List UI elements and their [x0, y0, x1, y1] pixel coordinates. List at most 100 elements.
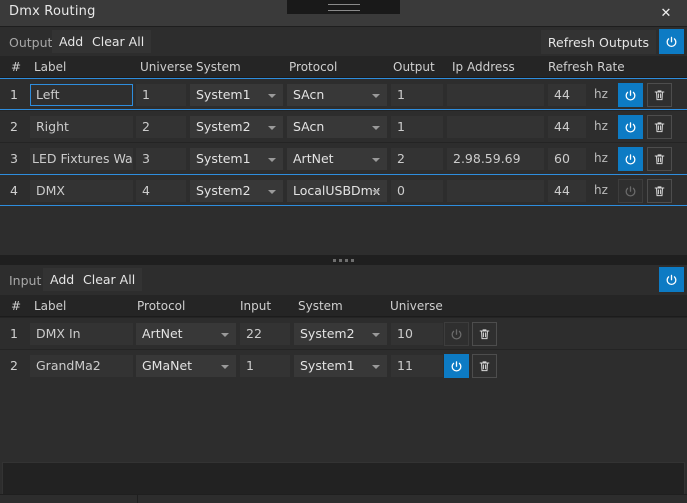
output-universe-input[interactable]: 1 — [136, 84, 186, 106]
output-toolbar: Output Add Clear All Refresh Outputs — [0, 27, 687, 57]
output-system-select[interactable]: System1 — [190, 148, 283, 170]
output-refresh-rate-input[interactable]: 44 — [548, 180, 586, 202]
output-table-row[interactable]: 2 Right 2 System2 SAcn 1 44 hz — [0, 110, 687, 142]
output-delete-icon[interactable] — [647, 115, 672, 139]
output-protocol-select[interactable]: SAcn — [287, 84, 387, 106]
output-row-index: 4 — [10, 183, 18, 198]
output-row-list: 1 Left 1 System1 SAcn 1 44 hz 2 Right 2 System2 SAcn… — [0, 78, 687, 206]
output-row-index: 1 — [10, 87, 18, 102]
input-col-system: System — [298, 299, 343, 313]
bottom-panel — [2, 462, 685, 495]
output-col-protocol: Protocol — [289, 60, 338, 74]
output-ip-address-input[interactable] — [447, 84, 544, 106]
output-ip-address-input[interactable]: 2.98.59.69 — [447, 148, 544, 170]
chevron-down-icon — [221, 365, 229, 369]
output-row-index: 2 — [10, 119, 18, 134]
output-refresh-rate-unit: hz — [594, 151, 608, 165]
output-section-label: Output — [9, 35, 53, 50]
title-bar: Dmx Routing ✕ — [0, 0, 687, 27]
output-table-row[interactable]: 4 DMX 4 System2 LocalUSBDmx 0 44 hz — [0, 174, 687, 206]
input-toolbar: Input Add Clear All — [0, 265, 687, 295]
output-delete-icon[interactable] — [647, 83, 672, 107]
input-table-header: # Label Protocol Input System Universe — [0, 295, 687, 317]
output-master-power-button[interactable] — [659, 29, 684, 54]
output-power-icon[interactable] — [618, 179, 643, 203]
output-protocol-select[interactable]: ArtNet — [287, 148, 387, 170]
output-power-icon[interactable] — [618, 147, 643, 171]
output-ip-address-input[interactable] — [447, 116, 544, 138]
input-section-label: Input — [9, 273, 42, 288]
output-universe-input[interactable]: 2 — [136, 116, 186, 138]
output-refresh-rate-input[interactable]: 60 — [548, 148, 586, 170]
output-label-input[interactable]: Left — [30, 84, 133, 106]
output-system-select[interactable]: System2 — [190, 116, 283, 138]
input-delete-icon[interactable] — [472, 322, 497, 346]
output-refresh-rate-unit: hz — [594, 183, 608, 197]
input-master-power-button[interactable] — [659, 267, 684, 292]
input-clear-all-button[interactable]: Clear All — [76, 268, 143, 291]
input-col-protocol: Protocol — [137, 299, 186, 313]
refresh-outputs-button[interactable]: Refresh Outputs — [540, 30, 656, 54]
splitter-grip-icon[interactable] — [0, 255, 687, 265]
input-delete-icon[interactable] — [472, 354, 497, 378]
output-output-input[interactable]: 1 — [391, 84, 443, 106]
input-protocol-select[interactable]: ArtNet — [136, 323, 236, 345]
status-bar-divider — [137, 495, 138, 503]
output-protocol-select[interactable]: SAcn — [287, 116, 387, 138]
output-protocol-select[interactable]: LocalUSBDmx — [287, 180, 387, 202]
output-universe-input[interactable]: 4 — [136, 180, 186, 202]
input-system-select[interactable]: System2 — [294, 323, 387, 345]
input-col-index: # — [11, 299, 22, 313]
drag-handle-grip — [327, 4, 360, 11]
input-power-icon[interactable] — [444, 354, 469, 378]
input-input-number[interactable]: 1 — [240, 355, 290, 377]
output-output-input[interactable]: 2 — [391, 148, 443, 170]
input-table-row[interactable]: 2 GrandMa2 GMaNet 1 System1 11 — [0, 349, 687, 381]
input-system-select[interactable]: System1 — [294, 355, 387, 377]
chevron-down-icon — [372, 190, 380, 194]
input-table-row[interactable]: 1 DMX In ArtNet 22 System2 10 — [0, 317, 687, 349]
input-col-universe: Universe — [390, 299, 443, 313]
chevron-down-icon — [372, 126, 380, 130]
output-system-select[interactable]: System1 — [190, 84, 283, 106]
output-refresh-rate-input[interactable]: 44 — [548, 84, 586, 106]
input-label-input[interactable]: DMX In — [30, 323, 133, 345]
output-label-input[interactable]: DMX — [30, 180, 133, 202]
output-col-system: System — [196, 60, 241, 74]
output-clear-all-button[interactable]: Clear All — [85, 30, 152, 53]
output-output-input[interactable]: 0 — [391, 180, 443, 202]
dmx-routing-window: Dmx Routing ✕ Output Add Clear All Refre… — [0, 0, 687, 503]
output-col-ip: Ip Address — [452, 60, 515, 74]
input-input-number[interactable]: 22 — [240, 323, 290, 345]
status-bar — [0, 494, 687, 503]
input-label-input[interactable]: GrandMa2 — [30, 355, 133, 377]
output-label-input[interactable]: LED Fixtures Wall — [30, 148, 133, 170]
output-table-row[interactable]: 3 LED Fixtures Wall 3 System1 ArtNet 2 2.98.59… — [0, 142, 687, 174]
close-icon[interactable]: ✕ — [645, 0, 687, 26]
output-power-icon[interactable] — [618, 83, 643, 107]
output-delete-icon[interactable] — [647, 147, 672, 171]
output-col-output: Output — [393, 60, 435, 74]
output-universe-input[interactable]: 3 — [136, 148, 186, 170]
output-label-input[interactable]: Right — [30, 116, 133, 138]
output-col-universe: Universe — [140, 60, 193, 74]
output-refresh-rate-input[interactable]: 44 — [548, 116, 586, 138]
output-row-index: 3 — [10, 151, 18, 166]
output-table-header: # Label Universe System Protocol Output … — [0, 56, 687, 78]
output-table-row[interactable]: 1 Left 1 System1 SAcn 1 44 hz — [0, 78, 687, 110]
output-ip-address-input[interactable] — [447, 180, 544, 202]
output-delete-icon[interactable] — [647, 179, 672, 203]
input-row-list: 1 DMX In ArtNet 22 System2 10 2 GrandMa2 GMaNet 1… — [0, 317, 687, 381]
output-col-refresh: Refresh Rate — [548, 60, 625, 74]
input-universe-input[interactable]: 10 — [391, 323, 443, 345]
output-output-input[interactable]: 1 — [391, 116, 443, 138]
drag-handle-icon[interactable] — [287, 0, 400, 14]
input-col-input: Input — [240, 299, 272, 313]
output-system-select[interactable]: System2 — [190, 180, 283, 202]
input-power-icon[interactable] — [444, 322, 469, 346]
input-protocol-select[interactable]: GMaNet — [136, 355, 236, 377]
chevron-down-icon — [372, 333, 380, 337]
chevron-down-icon — [268, 126, 276, 130]
output-power-icon[interactable] — [618, 115, 643, 139]
input-universe-input[interactable]: 11 — [391, 355, 443, 377]
